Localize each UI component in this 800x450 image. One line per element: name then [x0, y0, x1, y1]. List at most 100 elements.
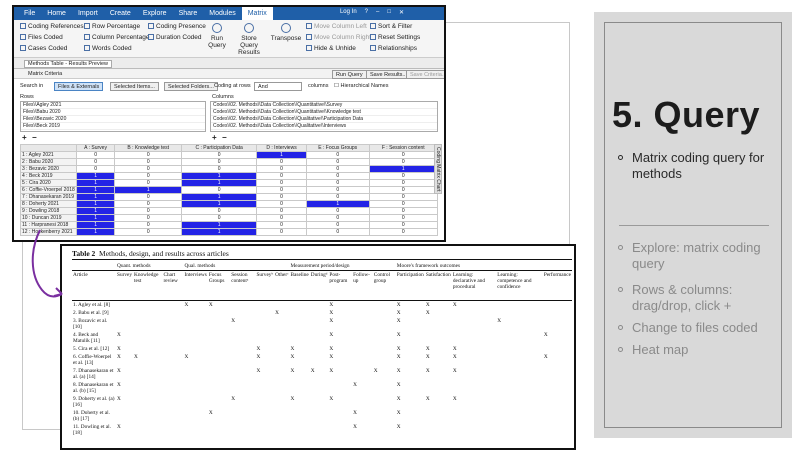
grid-row-header[interactable]: 11 : Harpranesi 2018 — [20, 221, 77, 229]
menu-share[interactable]: Share — [173, 7, 204, 20]
remove-column-icon[interactable]: − — [222, 133, 227, 142]
menu-explore[interactable]: Explore — [137, 7, 173, 20]
grid-cell[interactable]: 0 — [181, 214, 258, 222]
transpose-button[interactable]: Transpose — [270, 23, 302, 42]
list-item[interactable]: Codes\\02. Methods\\Data Collection\\Qua… — [211, 116, 437, 123]
menu-home[interactable]: Home — [41, 7, 72, 20]
list-item[interactable]: Codes\\02. Methods\\Data Collection\\Qua… — [211, 102, 437, 109]
close-icon[interactable]: ✕ — [399, 9, 404, 16]
grid-cell[interactable]: 0 — [256, 179, 307, 187]
grid-cell[interactable]: 0 — [305, 193, 370, 201]
grid-cell[interactable]: 0 — [305, 228, 370, 236]
grid-cell[interactable]: 0 — [368, 151, 439, 159]
row-percentage-option[interactable]: Row Percentage — [84, 23, 140, 30]
grid-cell[interactable]: 1 — [75, 221, 116, 229]
column-percentage-option[interactable]: Column Percentage — [84, 34, 149, 41]
run-query-button[interactable]: Run Query — [206, 23, 228, 49]
grid-cell[interactable]: 0 — [114, 200, 183, 208]
relationships-checkbox[interactable]: Relationships — [370, 45, 417, 52]
grid-row-header[interactable]: 10 : Duncan 2019 — [20, 214, 77, 222]
list-item[interactable]: Files\\Bezavic 2020 — [21, 116, 205, 123]
grid-cell[interactable]: 0 — [75, 151, 116, 159]
grid-row[interactable]: 7 : Dhanasekaran 2019 1 0 1 0 0 0 — [20, 193, 439, 201]
cases-coded-option[interactable]: Cases Coded — [20, 45, 67, 52]
grid-cell[interactable]: 1 — [75, 193, 116, 201]
grid-cell[interactable]: 1 — [181, 179, 258, 187]
grid-cell[interactable]: 0 — [256, 221, 307, 229]
login-link[interactable]: Log In — [340, 9, 357, 16]
grid-cell[interactable]: 1 — [114, 186, 183, 194]
list-item[interactable]: Files\\Beck 2019 — [21, 123, 205, 130]
grid-column-header[interactable]: E : Focus Groups — [305, 144, 370, 152]
grid-cell[interactable]: 0 — [114, 172, 183, 180]
menu-modules[interactable]: Modules — [203, 7, 241, 20]
remove-row-icon[interactable]: − — [32, 133, 37, 142]
words-coded-option[interactable]: Words Coded — [84, 45, 132, 52]
grid-cell[interactable]: 0 — [114, 179, 183, 187]
matrix-criteria-label[interactable]: Matrix Criteria — [28, 71, 62, 77]
grid-column-header[interactable]: F : Session content — [368, 144, 439, 152]
grid-cell[interactable]: 0 — [114, 214, 183, 222]
grid-cell[interactable]: 0 — [181, 165, 258, 173]
menu-create[interactable]: Create — [104, 7, 137, 20]
list-item[interactable]: Codes\\02. Methods\\Data Collection\\Qua… — [211, 123, 437, 130]
tab-methods-table[interactable]: Methods Table - Results Preview — [24, 60, 112, 68]
grid-cell[interactable]: 0 — [368, 214, 439, 222]
store-query-results-button[interactable]: Store Query Results — [232, 23, 266, 56]
rows-list[interactable]: Files\\Agley 2021 Files\\Babu 2020 Files… — [20, 101, 206, 132]
grid-cell[interactable]: 1 — [75, 179, 116, 187]
minimize-icon[interactable]: – — [376, 9, 379, 16]
hide-unhide-button[interactable]: Hide & Unhide — [306, 45, 356, 52]
grid-cell[interactable]: 0 — [114, 228, 183, 236]
move-column-left-button[interactable]: Move Column Left — [306, 23, 367, 30]
grid-cell[interactable]: 1 — [75, 200, 116, 208]
grid-column-header[interactable]: B : Knowledge test — [114, 144, 183, 152]
grid-cell[interactable]: 0 — [181, 151, 258, 159]
grid-row[interactable]: 11 : Harpranesi 2018 1 0 1 0 0 0 — [20, 221, 439, 229]
grid-cell[interactable]: 0 — [256, 172, 307, 180]
move-column-right-button[interactable]: Move Column Right — [306, 34, 371, 41]
run-query-small-button[interactable]: Run Query — [332, 70, 367, 79]
grid-cell[interactable]: 0 — [256, 200, 307, 208]
grid-cell[interactable]: 1 — [181, 221, 258, 229]
menu-import[interactable]: Import — [72, 7, 104, 20]
files-coded-option[interactable]: Files Coded — [20, 34, 63, 41]
grid-row-header[interactable]: 4 : Beck 2019 — [20, 172, 77, 180]
selected-folders-button[interactable]: Selected Folders... — [164, 82, 218, 91]
grid-row-header[interactable]: 7 : Dhanasekaran 2019 — [20, 193, 77, 201]
grid-cell[interactable]: 1 — [256, 151, 307, 159]
grid-cell[interactable]: 0 — [368, 207, 439, 215]
grid-cell[interactable]: 0 — [305, 165, 370, 173]
grid-row[interactable]: 8 : Doherty 2021 1 0 1 0 1 0 — [20, 200, 439, 208]
grid-cell[interactable]: 0 — [305, 186, 370, 194]
grid-cell[interactable]: 0 — [368, 221, 439, 229]
grid-cell[interactable]: 0 — [114, 221, 183, 229]
grid-cell[interactable]: 0 — [305, 207, 370, 215]
grid-cell[interactable]: 0 — [256, 207, 307, 215]
grid-cell[interactable]: 1 — [75, 172, 116, 180]
grid-row-header[interactable]: 1 : Agley 2021 — [20, 151, 77, 159]
grid-cell[interactable]: 1 — [181, 172, 258, 180]
save-results-button[interactable]: Save Results... — [366, 70, 411, 79]
grid-cell[interactable]: 0 — [368, 228, 439, 236]
grid-cell[interactable]: 0 — [75, 165, 116, 173]
help-icon[interactable]: ? — [365, 9, 368, 16]
hierarchical-names-checkbox[interactable]: ☐ Hierarchical Names — [334, 83, 388, 89]
grid-cell[interactable]: 0 — [368, 179, 439, 187]
grid-cell[interactable]: 0 — [256, 214, 307, 222]
reset-settings-button[interactable]: Reset Settings — [370, 34, 420, 41]
grid-cell[interactable]: 0 — [114, 207, 183, 215]
grid-cell[interactable]: 0 — [305, 221, 370, 229]
grid-cell[interactable]: 0 — [305, 158, 370, 166]
grid-cell[interactable]: 1 — [181, 228, 258, 236]
grid-row[interactable]: 9 : Dowling 2018 1 0 0 0 0 0 — [20, 207, 439, 215]
grid-cell[interactable]: 0 — [181, 186, 258, 194]
grid-cell[interactable]: 1 — [75, 186, 116, 194]
grid-column-header[interactable]: D : Interviews — [256, 144, 307, 152]
grid-cell[interactable]: 0 — [368, 193, 439, 201]
grid-cell[interactable]: 0 — [114, 193, 183, 201]
maximize-icon[interactable]: □ — [387, 9, 391, 16]
grid-row-header[interactable]: 2 : Babu 2020 — [20, 158, 77, 166]
list-item[interactable]: Files\\Babu 2020 — [21, 109, 205, 116]
grid-cell[interactable]: 1 — [75, 214, 116, 222]
